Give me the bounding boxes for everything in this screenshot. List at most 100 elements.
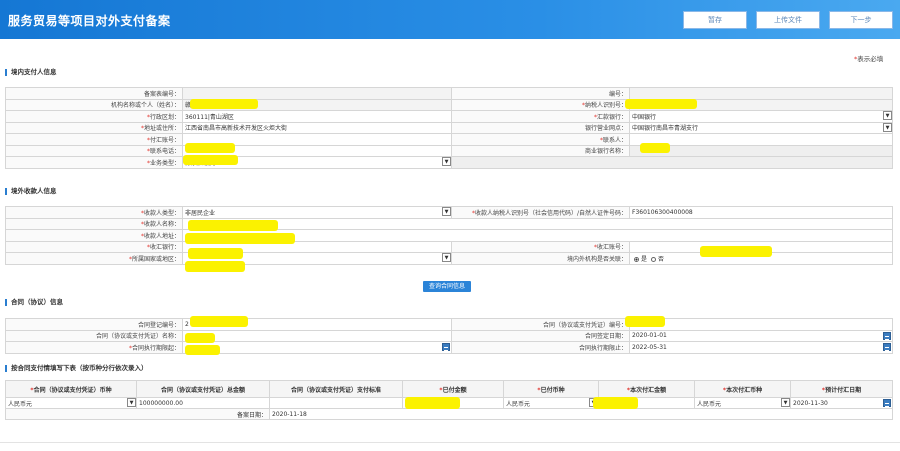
payee-type-select[interactable]: 非居民企业 ▼ — [182, 206, 452, 219]
chevron-down-icon[interactable]: ▼ — [442, 253, 451, 262]
bottom-divider — [0, 442, 900, 443]
org-name-label: 机构名称或个人（姓名）： — [5, 98, 183, 111]
bank-label: *汇款银行： — [451, 110, 630, 123]
related-label: 境内外机构是否关联： — [451, 252, 630, 265]
bank-select[interactable]: 中国银行 ▼ — [629, 110, 893, 123]
payee-taxid-field[interactable]: F360106300400008 — [629, 206, 893, 219]
currency-select[interactable]: 人民币元 ▼ — [5, 397, 137, 409]
redaction-mark — [190, 316, 248, 327]
query-contract-button[interactable]: 查询合同信息 — [423, 281, 471, 292]
redaction-mark — [188, 248, 243, 259]
redaction-mark — [625, 316, 665, 327]
section-payee-title: 境外收款人信息 — [5, 188, 57, 195]
start-date-field[interactable] — [182, 341, 452, 354]
top-header: 服务贸易等项目对外支付备案 暂存 上传文件 下一步 — [0, 0, 900, 39]
col-pay-currency: *本次付汇币种 — [694, 380, 791, 398]
region-label: *行政区划： — [5, 110, 183, 123]
col-standard: 合同（协议或支付凭证）支付标准 — [269, 380, 403, 398]
redaction-mark — [593, 397, 638, 409]
redaction-mark — [188, 220, 278, 231]
calendar-icon[interactable] — [442, 343, 450, 351]
redaction-mark — [185, 333, 215, 343]
biz-bank-label: 商业银行名称： — [451, 144, 630, 157]
chevron-down-icon[interactable]: ▼ — [883, 111, 892, 120]
voucher-no-label: 合同（协议或支付凭证）编号： — [451, 318, 630, 331]
required-note: *表示必填 — [854, 55, 884, 63]
redaction-mark — [185, 345, 220, 355]
redaction-mark — [190, 99, 258, 109]
section-payer-title: 境内支付人信息 — [5, 69, 57, 76]
contract-info-table: 合同登记编号： 2 合同（协议或支付凭证）编号： 合同（协议或支付凭证）名称： … — [5, 318, 893, 354]
contact-label: *联系人： — [451, 133, 630, 146]
page-title: 服务贸易等项目对外支付备案 — [8, 14, 171, 28]
pay-currency-select[interactable]: 人民币元 ▼ — [694, 397, 791, 409]
col-currency: *合同（协议或支付凭证）币种 — [5, 380, 137, 398]
taxpayer-id-label: *纳税人识别号： — [451, 98, 630, 111]
next-step-button[interactable]: 下一步 — [829, 11, 893, 29]
related-no-radio[interactable] — [650, 256, 656, 262]
expected-date-field[interactable]: 2020-11-30 — [790, 397, 893, 409]
record-no-label: 备案表编号： — [5, 87, 183, 100]
country-label: *所属国家或地区： — [5, 252, 183, 265]
payer-info-table: 备案表编号： 编号： 机构名称或个人（姓名）： 赣 *纳税人识别号： *行政区划… — [5, 87, 893, 169]
paid-currency-select[interactable]: 人民币元▼ — [503, 397, 599, 409]
total-field[interactable]: 100000000.00 — [136, 397, 270, 409]
biz-type-label: *业务类型： — [5, 156, 183, 169]
chevron-down-icon[interactable]: ▼ — [883, 122, 892, 132]
redaction-mark — [185, 261, 245, 272]
save-draft-button[interactable]: 暂存 — [683, 11, 747, 29]
payee-taxid-label: *收款人纳税人识别号（社会信用代码）/自然人证件号码： — [451, 206, 630, 219]
redaction-mark — [405, 397, 460, 409]
col-expected-date: *预计付汇日期 — [790, 380, 893, 398]
record-no-field — [182, 87, 452, 100]
branch-select[interactable]: 中国银行南昌市青湖支行 ▼ — [629, 121, 893, 134]
redaction-mark — [183, 155, 238, 165]
voucher-no-field[interactable] — [629, 318, 893, 331]
redaction-mark — [700, 246, 772, 257]
payee-name-label: *收款人名称： — [5, 217, 183, 230]
related-yes-radio[interactable] — [634, 256, 639, 262]
chevron-down-icon[interactable]: ▼ — [442, 207, 451, 216]
col-paid-currency: *已付币种 — [503, 380, 599, 398]
standard-field[interactable] — [269, 397, 403, 409]
chevron-down-icon[interactable]: ▼ — [781, 398, 790, 407]
related-yes-label: 是 — [641, 255, 648, 263]
payee-name-field[interactable] — [182, 217, 893, 230]
recv-account-label: *收汇账号： — [451, 240, 630, 253]
section-payment-title: 按合同支付情填写下表（按币种分行依次录入） — [5, 365, 148, 372]
address-field[interactable]: 江西省南昌市高新技术开发区火炬大街 — [182, 121, 452, 134]
calendar-icon[interactable] — [883, 331, 891, 340]
col-total: 合同（协议或支付凭证）总金额 — [136, 380, 270, 398]
redaction-mark — [185, 143, 235, 153]
start-date-label: *合同执行期限起： — [5, 341, 183, 354]
end-date-label: 合同执行期限止： — [451, 341, 630, 354]
chevron-down-icon[interactable]: ▼ — [442, 157, 451, 166]
related-no-label: 否 — [657, 255, 664, 263]
sign-date-label: 合同签定日期： — [451, 329, 630, 342]
calendar-icon[interactable] — [883, 343, 891, 351]
upload-file-button[interactable]: 上传文件 — [756, 11, 820, 29]
calendar-icon[interactable] — [883, 399, 891, 407]
recv-bank-label: *收汇银行： — [5, 240, 183, 253]
phone-label: *联系电话： — [5, 144, 183, 157]
address-label: *地址或住所： — [5, 121, 183, 134]
redaction-mark — [185, 233, 295, 244]
section-contract-title: 合同（协议）信息 — [5, 299, 63, 306]
empty-cell — [451, 156, 893, 169]
col-pay-amount: *本次付汇金额 — [598, 380, 695, 398]
redaction-mark — [640, 143, 670, 153]
record-date-label: 备案日期： — [5, 408, 270, 420]
sign-date-field[interactable]: 2020-01-01 — [629, 329, 893, 342]
serial-field — [629, 87, 893, 100]
col-paid-amount: *已付金额 — [402, 380, 504, 398]
branch-label: 银行营业网点： — [451, 121, 630, 134]
end-date-field[interactable]: 2022-05-31 — [629, 341, 893, 354]
contract-no-label: 合同登记编号： — [5, 318, 183, 331]
chevron-down-icon[interactable]: ▼ — [127, 398, 136, 407]
region-field[interactable]: 360111|青山湖区 — [182, 110, 452, 123]
redaction-mark — [625, 99, 697, 109]
record-date-field: 2020-11-18 — [269, 408, 893, 420]
payee-type-label: *收款人类型： — [5, 206, 183, 219]
contract-name-field[interactable] — [182, 329, 452, 342]
contract-name-label: 合同（协议或支付凭证）名称： — [5, 329, 183, 342]
